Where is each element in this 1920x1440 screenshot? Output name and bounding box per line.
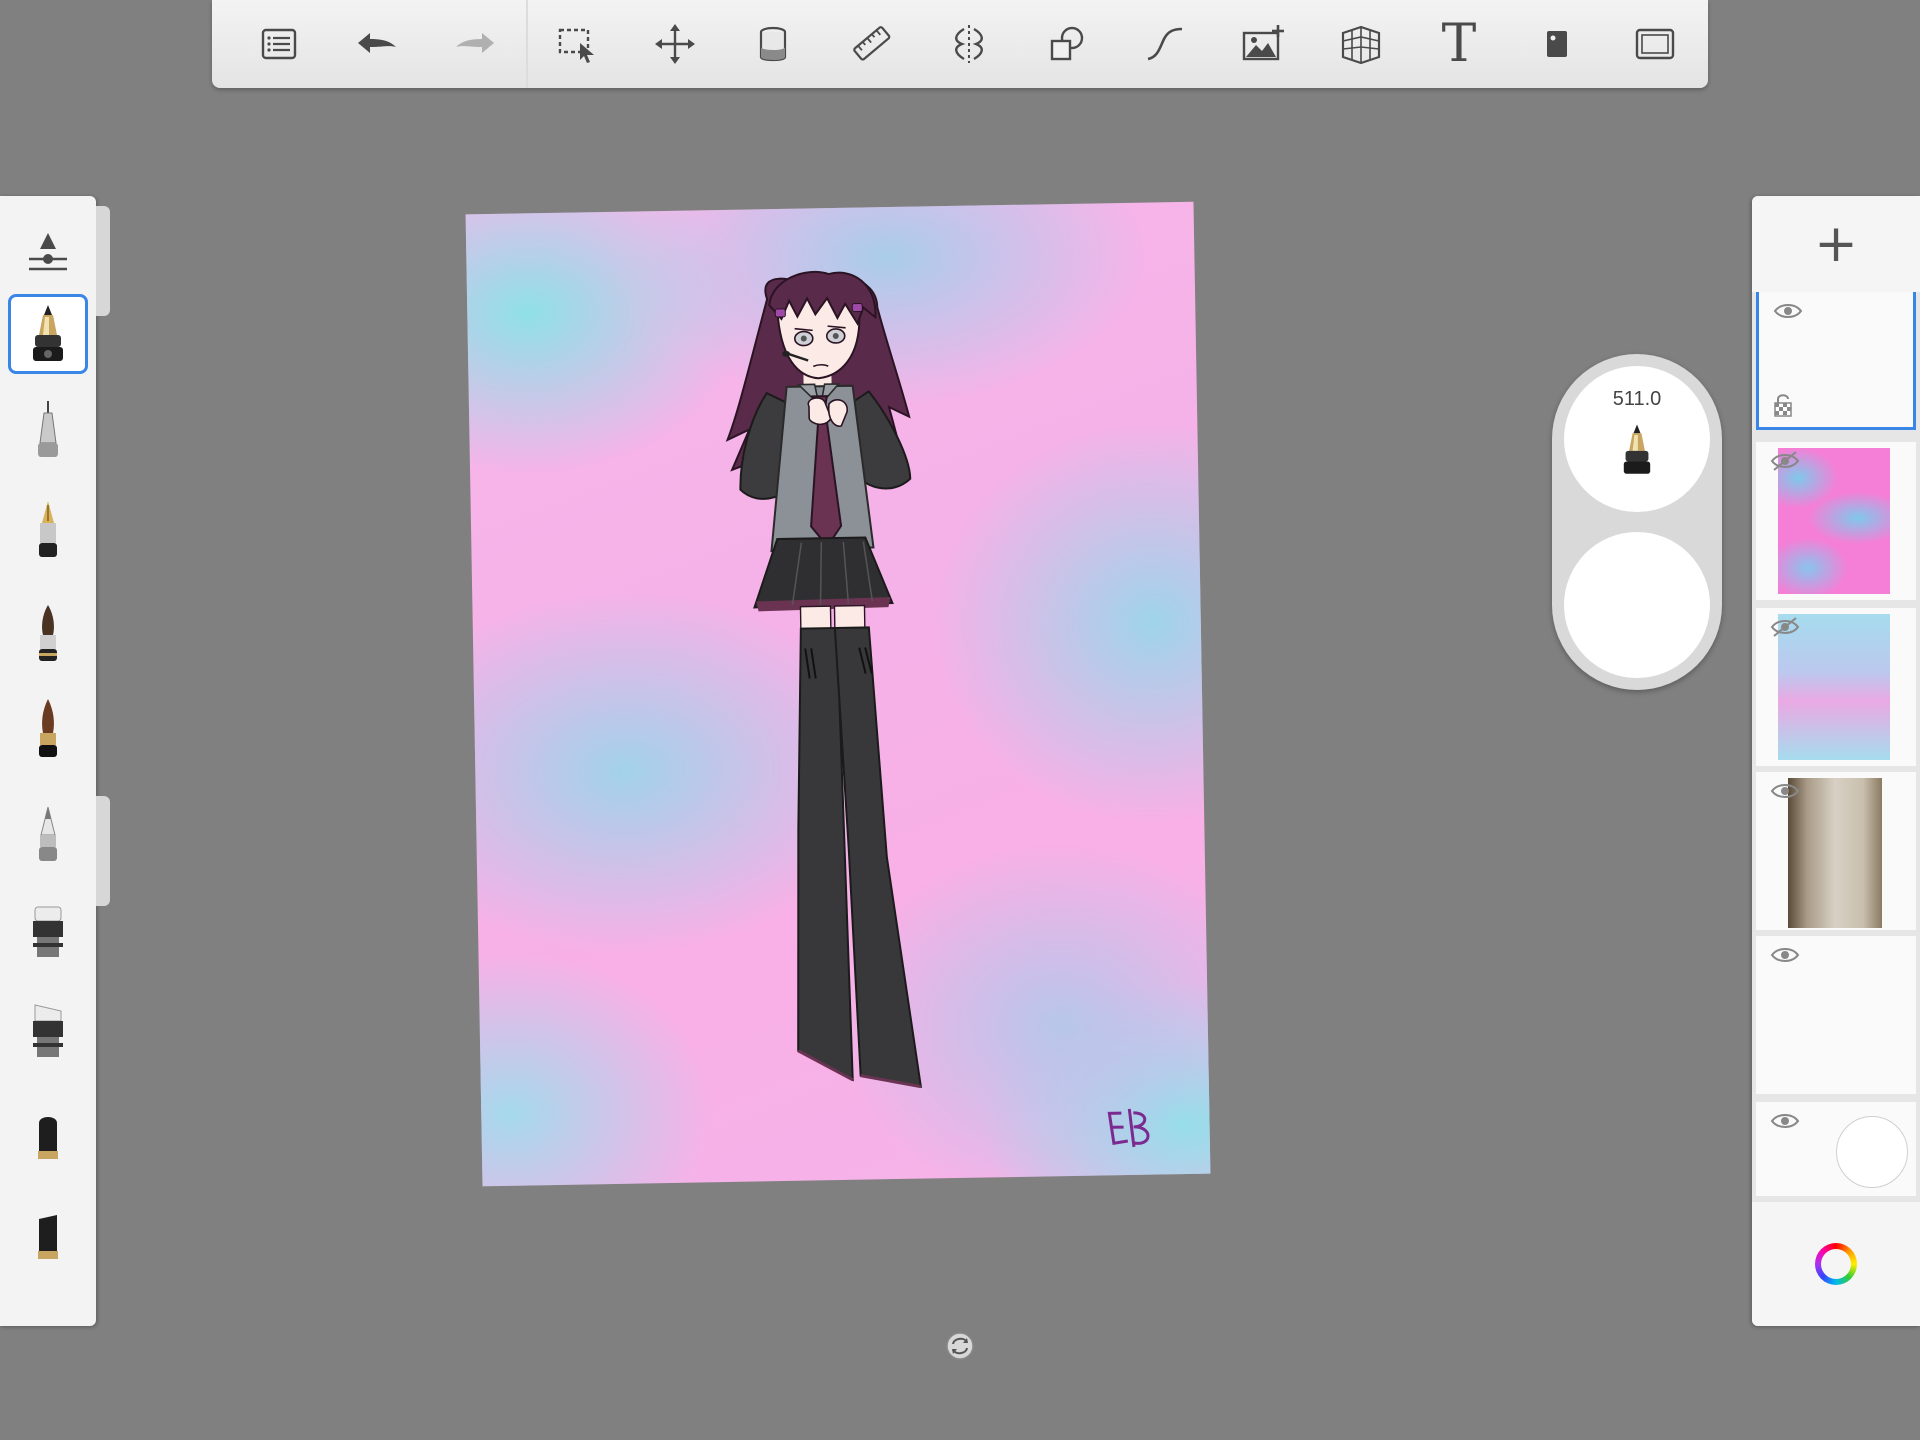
- symmetry-tool-button[interactable]: [920, 0, 1018, 88]
- paint-brush-icon: [39, 605, 57, 661]
- stencil-icon: [1547, 31, 1567, 57]
- eye-icon[interactable]: [1770, 1110, 1800, 1132]
- chisel-marker-icon: [38, 1215, 58, 1259]
- transparency-lock-icon[interactable]: [1773, 392, 1793, 418]
- brush-opacity-puck[interactable]: [1564, 532, 1710, 678]
- character-illustration: [725, 270, 1150, 1148]
- stencil-tool-button[interactable]: [1508, 0, 1606, 88]
- ruler-icon: [853, 26, 891, 61]
- brush-paint-brush[interactable]: [8, 594, 88, 674]
- color-wheel-icon: [1815, 1243, 1857, 1285]
- undo-button[interactable]: [328, 0, 426, 88]
- selection-tool-button[interactable]: [528, 0, 626, 88]
- brush-ink-pen[interactable]: [8, 294, 88, 374]
- fullscreen-icon: [1635, 28, 1675, 60]
- brush-airbrush[interactable]: [8, 690, 88, 770]
- layer-item-1[interactable]: [1756, 292, 1916, 430]
- canvas-rotate-icon[interactable]: [944, 1330, 976, 1362]
- background-layer-item[interactable]: [1756, 1102, 1916, 1196]
- move-arrows-icon: [655, 24, 695, 64]
- palette-scroll-handle-top[interactable]: [96, 206, 110, 316]
- brush-eraser[interactable]: [8, 890, 88, 970]
- list-icon: [261, 28, 297, 60]
- toolbar-tools-group: T: [528, 0, 1704, 88]
- eye-hidden-icon[interactable]: [1770, 616, 1800, 638]
- eye-icon[interactable]: [1770, 944, 1800, 966]
- color-picker-button[interactable]: [1752, 1202, 1920, 1326]
- layer-item-4[interactable]: [1756, 772, 1916, 930]
- eraser-icon: [33, 906, 63, 957]
- ruler-tool-button[interactable]: [822, 0, 920, 88]
- fullscreen-button[interactable]: [1606, 0, 1704, 88]
- transform-tool-button[interactable]: [626, 0, 724, 88]
- brush-technical-pen[interactable]: [8, 390, 88, 470]
- eye-hidden-icon[interactable]: [1770, 450, 1800, 472]
- selection-icon: [558, 28, 594, 63]
- palette-scroll-handle-bottom[interactable]: [96, 796, 110, 906]
- brush-puck: 511.0: [1552, 354, 1722, 690]
- toolbar-history-group: [212, 0, 526, 88]
- stroke-tool-button[interactable]: [1116, 0, 1214, 88]
- eye-icon[interactable]: [1773, 300, 1803, 322]
- fill-tool-button[interactable]: [724, 0, 822, 88]
- undo-arrow-icon: [358, 33, 396, 53]
- brush-fountain-pen[interactable]: [8, 490, 88, 570]
- ink-pen-icon: [33, 305, 63, 361]
- brush-pencil[interactable]: [8, 794, 88, 874]
- brush-settings-icon: [29, 233, 67, 271]
- perspective-tool-button[interactable]: [1312, 0, 1410, 88]
- artist-signature: [1107, 1108, 1150, 1148]
- perspective-grid-icon: [1341, 25, 1381, 65]
- gallery-list-button[interactable]: [230, 0, 328, 88]
- curve-icon: [1147, 27, 1183, 61]
- layer-item-2[interactable]: [1756, 442, 1916, 600]
- airbrush-icon: [39, 699, 57, 757]
- brush-size-value: 511.0: [1612, 388, 1662, 410]
- top-toolbar: T: [212, 0, 1708, 88]
- brush-size-puck[interactable]: 511.0: [1564, 366, 1710, 512]
- brush-chisel-marker[interactable]: [8, 1194, 88, 1274]
- text-tool-button[interactable]: T: [1410, 0, 1508, 88]
- ink-pen-icon: [1623, 424, 1651, 474]
- fountain-pen-icon: [39, 501, 57, 557]
- pencil-icon: [39, 806, 57, 861]
- layer-item-3[interactable]: [1756, 608, 1916, 766]
- eye-icon[interactable]: [1770, 780, 1800, 802]
- brush-settings-button[interactable]: [8, 212, 88, 292]
- symmetry-icon: [955, 25, 983, 63]
- add-layer-button[interactable]: +: [1752, 196, 1920, 292]
- text-icon: T: [1441, 14, 1477, 74]
- brush-marker[interactable]: [8, 1094, 88, 1174]
- drawing-canvas[interactable]: [465, 201, 1211, 1187]
- eraser-hard-icon: [33, 1004, 63, 1057]
- layer-thumbnail: [1788, 778, 1882, 928]
- import-image-button[interactable]: [1214, 0, 1312, 88]
- marker-icon: [38, 1117, 58, 1159]
- technical-pen-icon: [38, 401, 58, 457]
- shapes-icon: [1050, 26, 1084, 61]
- brush-palette: [0, 196, 110, 1326]
- shapes-tool-button[interactable]: [1018, 0, 1116, 88]
- background-color-swatch[interactable]: [1836, 1116, 1908, 1188]
- layer-item-5[interactable]: [1756, 936, 1916, 1094]
- brush-eraser-hard[interactable]: [8, 990, 88, 1070]
- paint-bucket-icon: [759, 26, 787, 62]
- redo-arrow-icon: [456, 33, 494, 53]
- redo-button[interactable]: [426, 0, 524, 88]
- layer-panel: +: [1752, 196, 1920, 1326]
- image-add-icon: [1242, 25, 1284, 61]
